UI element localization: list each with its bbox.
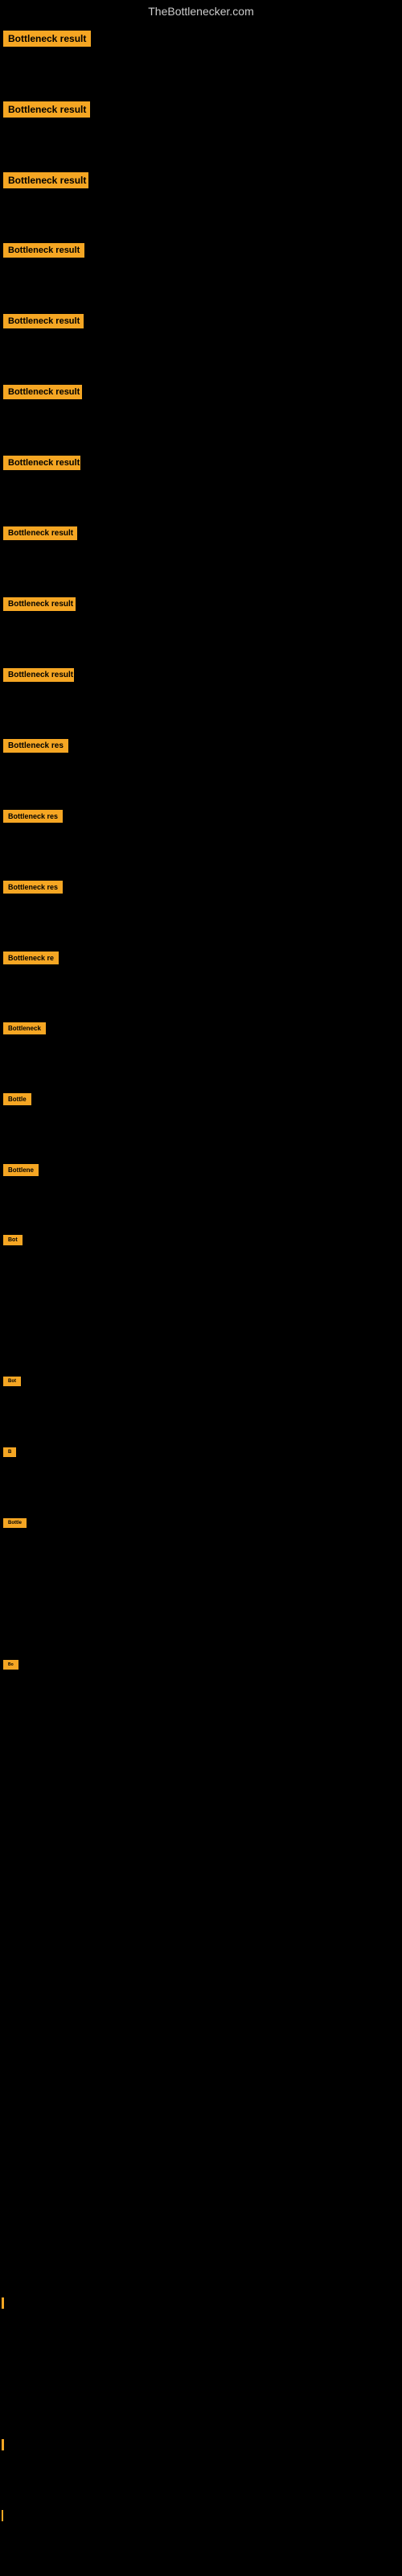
- bottleneck-row-11: Bottleneck res: [0, 731, 402, 802]
- bottleneck-label-12[interactable]: Bottleneck res: [3, 810, 63, 823]
- bottleneck-row-14: Bottleneck re: [0, 943, 402, 1014]
- bottleneck-label-8[interactable]: Bottleneck result: [3, 526, 77, 540]
- bottleneck-row-24: Bo: [0, 1652, 402, 1723]
- bottleneck-label-2[interactable]: Bottleneck result: [3, 101, 90, 118]
- bottleneck-row-10: Bottleneck result: [0, 660, 402, 731]
- bottleneck-label-20[interactable]: Bot: [3, 1377, 21, 1386]
- bottleneck-row-1: Bottleneck result: [0, 23, 402, 93]
- bottleneck-label-14[interactable]: Bottleneck re: [3, 952, 59, 964]
- bottleneck-label-16[interactable]: Bottle: [3, 1093, 31, 1105]
- bottleneck-label-11[interactable]: Bottleneck res: [3, 739, 68, 753]
- empty-row-32: [0, 2219, 402, 2289]
- bottleneck-row-8: Bottleneck result: [0, 518, 402, 589]
- empty-row-27: [0, 1864, 402, 1935]
- bottleneck-row-12: Bottleneck res: [0, 802, 402, 873]
- bottleneck-row-13: Bottleneck res: [0, 873, 402, 943]
- empty-row-34: [0, 2360, 402, 2431]
- bottleneck-label-15[interactable]: Bottleneck: [3, 1022, 46, 1034]
- bar-row-36: [0, 2502, 402, 2573]
- site-title: TheBottlenecker.com: [0, 0, 402, 23]
- bottleneck-row-18: Bot: [0, 1227, 402, 1298]
- bottleneck-row-3: Bottleneck result: [0, 164, 402, 235]
- bottleneck-label-1[interactable]: Bottleneck result: [3, 31, 91, 47]
- bottleneck-row-6: Bottleneck result: [0, 377, 402, 448]
- empty-row-26: [0, 1794, 402, 1864]
- empty-row-23: [0, 1581, 402, 1652]
- bottleneck-row-5: Bottleneck result: [0, 306, 402, 377]
- bottleneck-row-2: Bottleneck result: [0, 93, 402, 164]
- bottleneck-row-4: Bottleneck result: [0, 235, 402, 306]
- bottleneck-label-21[interactable]: B: [3, 1447, 16, 1457]
- bottleneck-label-13[interactable]: Bottleneck res: [3, 881, 63, 894]
- bottleneck-label-7[interactable]: Bottleneck result: [3, 456, 80, 470]
- empty-row-28: [0, 1935, 402, 2006]
- bottleneck-label-5[interactable]: Bottleneck result: [3, 314, 84, 328]
- bottleneck-row-15: Bottleneck: [0, 1014, 402, 1085]
- bar-indicator-3: [2, 2510, 3, 2521]
- bottleneck-row-22: Bottle: [0, 1510, 402, 1581]
- bottleneck-label-17[interactable]: Bottlene: [3, 1164, 39, 1176]
- empty-row-25: [0, 1723, 402, 1794]
- bar-indicator-2: [2, 2439, 4, 2450]
- bottleneck-row-7: Bottleneck result: [0, 448, 402, 518]
- empty-row-19: [0, 1298, 402, 1368]
- bottleneck-row-21: B: [0, 1439, 402, 1510]
- bottleneck-label-22[interactable]: Bottle: [3, 1518, 27, 1528]
- empty-row-31: [0, 2148, 402, 2219]
- bottleneck-row-9: Bottleneck result: [0, 589, 402, 660]
- bottleneck-label-6[interactable]: Bottleneck result: [3, 385, 82, 399]
- bottleneck-row-17: Bottlene: [0, 1156, 402, 1227]
- bottleneck-label-4[interactable]: Bottleneck result: [3, 243, 84, 258]
- bottleneck-label-3[interactable]: Bottleneck result: [3, 172, 88, 188]
- bottleneck-label-18[interactable]: Bot: [3, 1235, 23, 1245]
- bar-row-33: [0, 2289, 402, 2360]
- bottleneck-row-20: Bot: [0, 1368, 402, 1439]
- bar-indicator-1: [2, 2297, 4, 2309]
- empty-row-29: [0, 2006, 402, 2077]
- bottleneck-row-16: Bottle: [0, 1085, 402, 1156]
- bottleneck-label-24[interactable]: Bo: [3, 1660, 18, 1670]
- empty-row-30: [0, 2077, 402, 2148]
- bottleneck-label-9[interactable]: Bottleneck result: [3, 597, 76, 611]
- bottleneck-label-10[interactable]: Bottleneck result: [3, 668, 74, 682]
- bar-row-35: [0, 2431, 402, 2502]
